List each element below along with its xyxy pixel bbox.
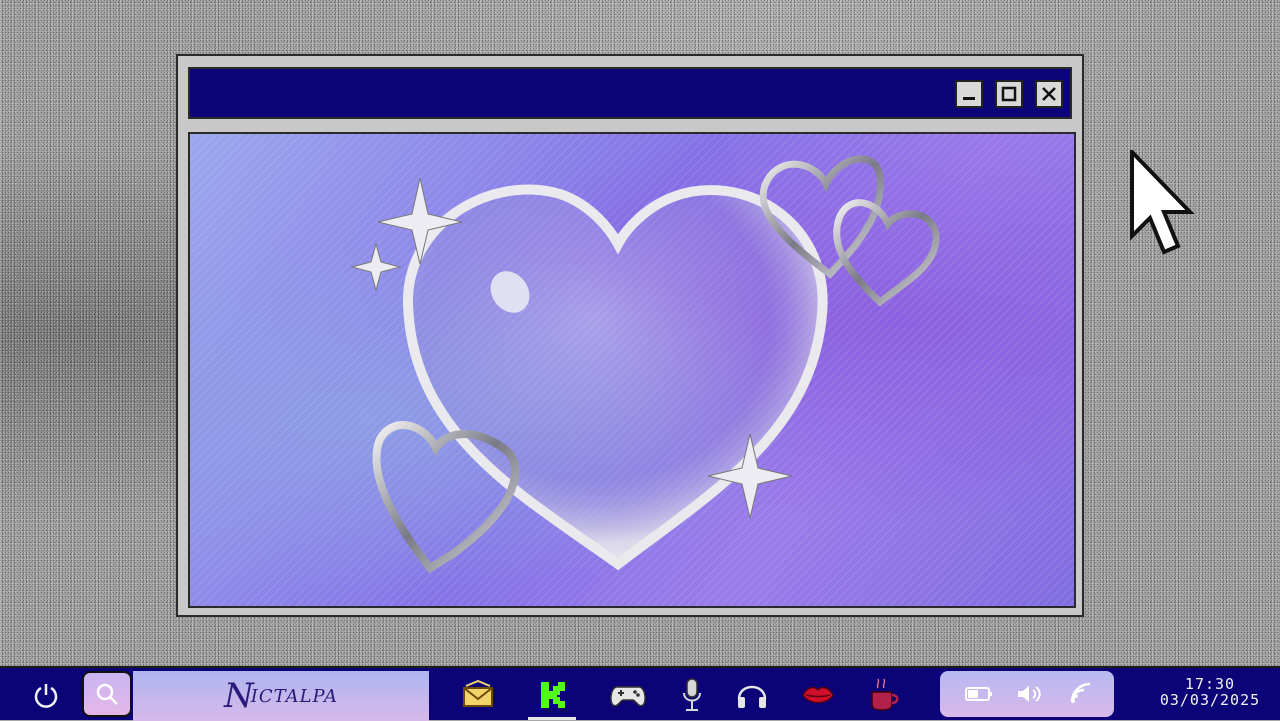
lips-icon: [802, 686, 834, 704]
window-titlebar[interactable]: [188, 67, 1072, 119]
taskbar-app-games[interactable]: [608, 675, 648, 715]
taskbar-app-kick[interactable]: [528, 675, 576, 720]
maximize-button[interactable]: [995, 80, 1023, 108]
system-tray: [940, 671, 1114, 717]
big-heart-icon: [402, 184, 828, 571]
search-icon: [96, 683, 118, 705]
drip-heart-icon: [372, 421, 520, 574]
window-content-image: [188, 132, 1076, 608]
microphone-icon: [683, 678, 701, 711]
taskbar-app-coffee[interactable]: [864, 675, 904, 715]
close-icon: [1042, 87, 1056, 101]
minimize-button[interactable]: [955, 80, 983, 108]
taskbar-app-mail[interactable]: [458, 675, 498, 715]
coffee-icon: [871, 678, 899, 711]
sparkle-icon: [350, 242, 402, 292]
clock-date: 03/03/2025: [1159, 691, 1261, 709]
power-button[interactable]: [28, 677, 64, 713]
taskbar-app-microphone[interactable]: [672, 675, 712, 715]
wifi-icon: [1070, 682, 1091, 703]
taskbar-app-lips[interactable]: [798, 675, 838, 715]
k-icon: [541, 682, 565, 708]
battery-button[interactable]: [964, 679, 994, 709]
headphones-icon: [737, 685, 767, 708]
taskbar-clock[interactable]: 17:30 03/03/2025: [1140, 676, 1280, 708]
taskbar: N ICTALPA 17:30 03/03/2025: [0, 666, 1280, 721]
brand-logo: N ICTALPA: [133, 671, 429, 721]
taskbar-app-headphones[interactable]: [732, 675, 772, 715]
app-window: [176, 54, 1084, 617]
volume-icon: [1018, 686, 1041, 702]
gamepad-icon: [610, 686, 646, 707]
maximize-icon: [1001, 86, 1017, 102]
volume-button[interactable]: [1014, 679, 1044, 709]
search-button[interactable]: [82, 671, 132, 717]
minimize-icon: [963, 97, 975, 100]
close-button[interactable]: [1035, 80, 1063, 108]
power-icon: [34, 684, 58, 708]
mouse-pointer-icon: [1130, 150, 1195, 255]
battery-icon: [965, 687, 992, 701]
wifi-button[interactable]: [1066, 679, 1096, 709]
chrome-hearts-artwork: [350, 155, 940, 574]
clock-time: 17:30: [1184, 675, 1236, 693]
envelope-icon: [463, 680, 493, 707]
